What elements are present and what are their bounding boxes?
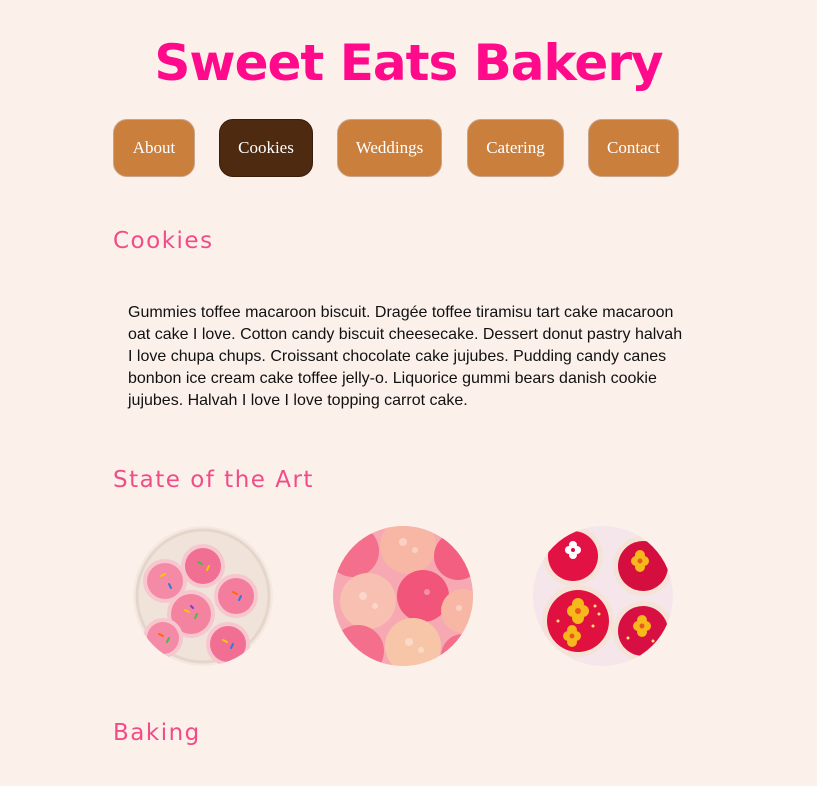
site-title: Sweet Eats Bakery <box>154 34 663 92</box>
nav-cookies-button[interactable]: Cookies <box>219 119 313 177</box>
red-flower-cookies-image <box>533 526 673 666</box>
cookies-heading: Cookies <box>113 228 214 254</box>
state-of-the-art-heading: State of the Art <box>113 467 314 493</box>
sprinkle-sugar-cookies-image <box>133 526 273 666</box>
baking-heading: Baking <box>113 720 201 746</box>
nav-weddings-button[interactable]: Weddings <box>337 119 442 177</box>
main-nav: About Cookies Weddings Catering Contact <box>0 119 817 179</box>
cookies-description: Gummies toffee macaroon biscuit. Dragée … <box>128 304 683 409</box>
nav-contact-button[interactable]: Contact <box>588 119 679 177</box>
pink-frosted-cookies-image <box>333 526 473 666</box>
nav-catering-button[interactable]: Catering <box>467 119 564 177</box>
nav-about-button[interactable]: About <box>113 119 195 177</box>
